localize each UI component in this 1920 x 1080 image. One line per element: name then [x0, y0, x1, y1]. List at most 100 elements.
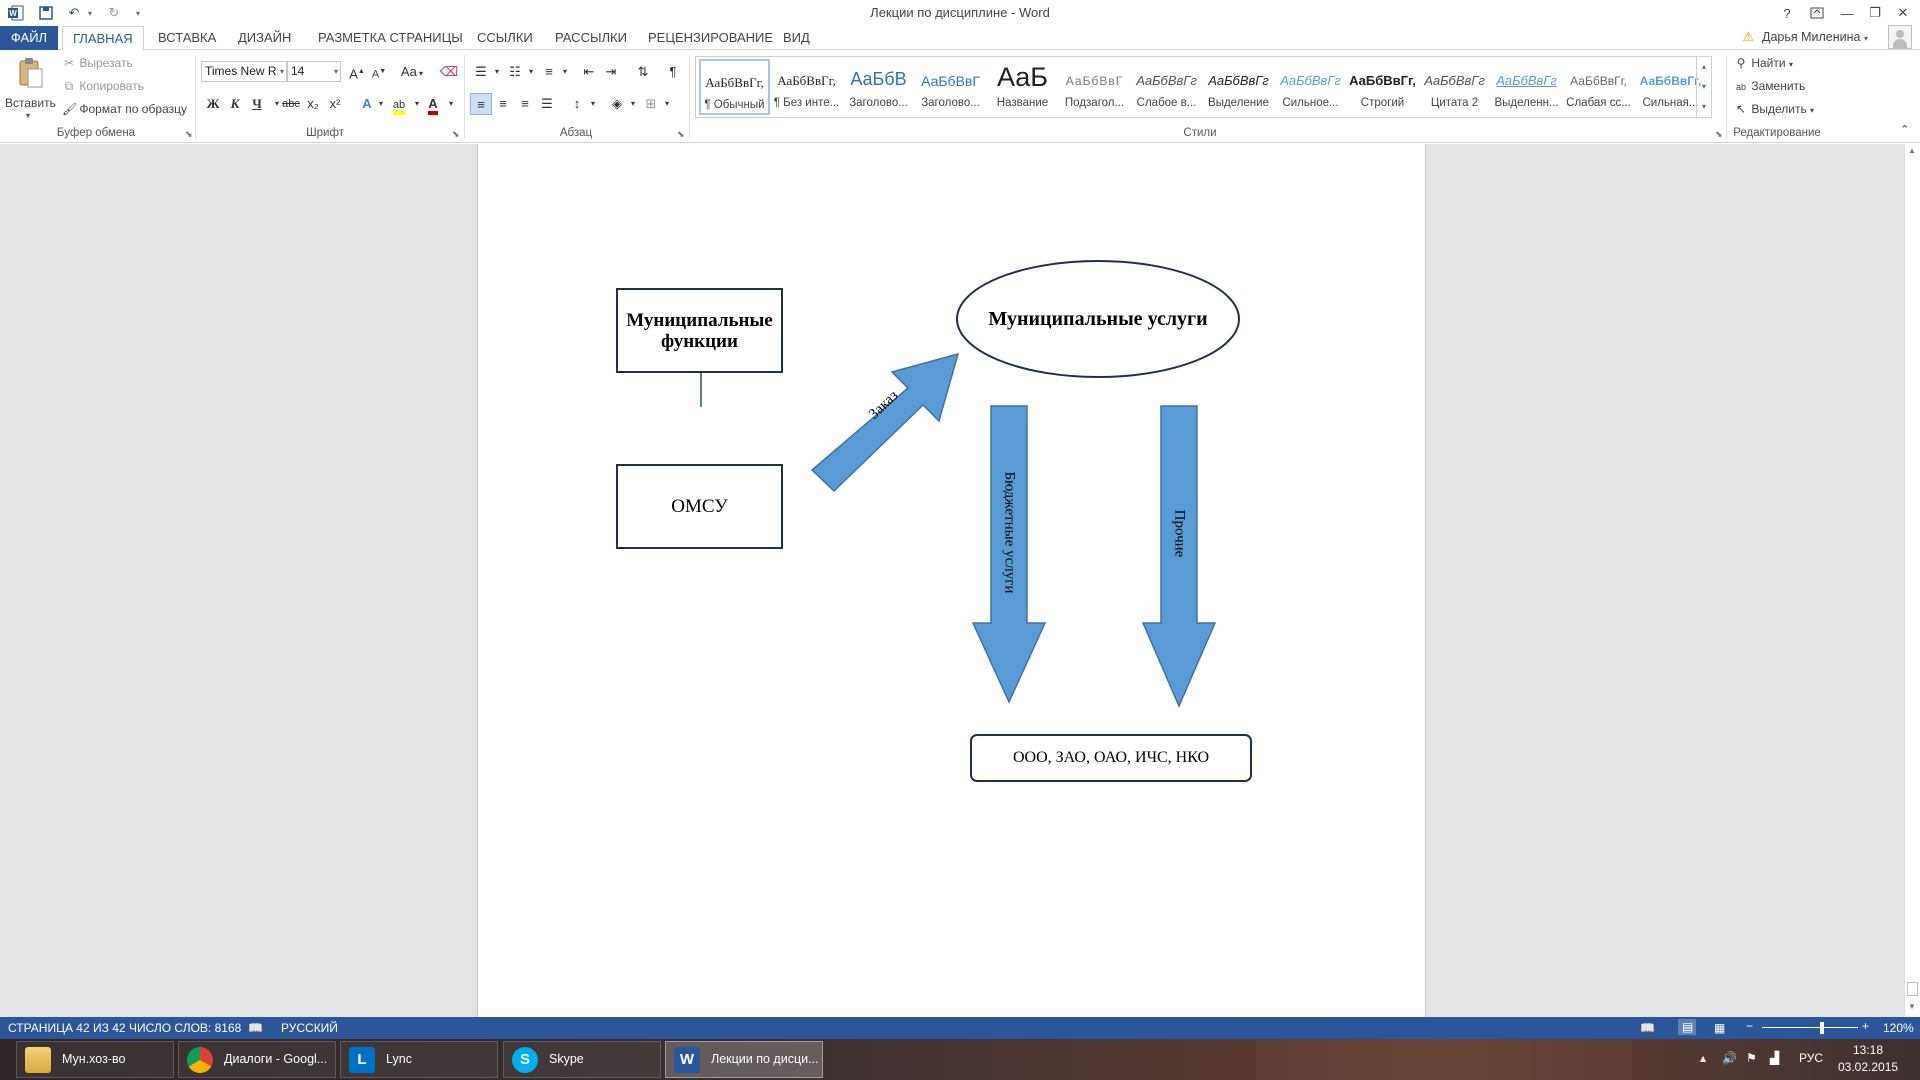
style-normal[interactable]: АаБбВвГг, ¶ Обычный	[699, 59, 770, 115]
web-layout-icon[interactable]: ▦	[1714, 1021, 1725, 1035]
format-painter-button[interactable]: 🖌 Формат по образцу	[62, 102, 187, 116]
tab-references[interactable]: ССЫЛКИ	[467, 26, 543, 50]
user-avatar[interactable]	[1888, 25, 1912, 49]
shrink-font-button[interactable]: A▼	[368, 61, 390, 83]
user-account[interactable]: Дарья Миленина ▾	[1762, 30, 1868, 44]
tab-file[interactable]: ФАЙЛ	[0, 26, 58, 50]
taskbar-item-skype[interactable]: S Skype	[503, 1041, 661, 1078]
style-title[interactable]: АаБ Название	[987, 59, 1058, 115]
borders-dropdown-icon[interactable]: ▾	[656, 93, 678, 115]
decrease-indent-icon[interactable]: ⇤	[578, 61, 600, 83]
font-color-dropdown-icon[interactable]: ▾	[440, 93, 462, 115]
zoom-slider-thumb[interactable]	[1820, 1022, 1825, 1034]
clear-formatting-icon[interactable]: ⌫	[438, 61, 460, 83]
minimize-button[interactable]: —	[1834, 2, 1860, 24]
style-heading-1[interactable]: АаБбВ Заголово...	[843, 59, 914, 115]
proofing-icon[interactable]: 📖	[248, 1021, 263, 1035]
gallery-up-icon[interactable]: ▴	[1696, 57, 1711, 77]
order-arrow[interactable]	[808, 344, 974, 494]
paste-button[interactable]: Вставить ▾	[5, 55, 56, 125]
change-case-button[interactable]: Aa ▾	[396, 61, 428, 83]
clock-date[interactable]: 03.02.2015	[1838, 1060, 1898, 1074]
strikethrough-button[interactable]: abc	[280, 93, 302, 115]
collapse-ribbon-icon[interactable]: ⌃	[1900, 123, 1909, 136]
style-strong[interactable]: АаБбВвГг, Строгий	[1347, 59, 1418, 115]
clock-time[interactable]: 13:18	[1840, 1043, 1896, 1057]
tab-page-layout[interactable]: РАЗМЕТКА СТРАНИЦЫ	[308, 26, 473, 50]
help-button[interactable]: ?	[1774, 2, 1800, 24]
scroll-down-icon[interactable]: ▼	[1908, 1002, 1916, 1011]
omsu-box[interactable]: ОМСУ	[616, 464, 783, 549]
justify-icon[interactable]: ☰	[536, 93, 558, 115]
font-launcher-icon[interactable]: ⬊	[452, 129, 460, 140]
underline-button[interactable]: Ч	[246, 93, 268, 115]
align-center-icon[interactable]: ≡	[492, 93, 514, 115]
zoom-out-icon[interactable]: −	[1746, 1019, 1753, 1033]
tab-insert[interactable]: ВСТАВКА	[148, 26, 226, 50]
sort-icon[interactable]: ⇅	[632, 61, 654, 83]
zoom-level[interactable]: 120%	[1883, 1021, 1914, 1035]
tab-mailings[interactable]: РАССЫЛКИ	[545, 26, 637, 50]
scroll-thumb[interactable]	[1907, 982, 1918, 996]
show-hidden-icons-icon[interactable]: ▴	[1700, 1051, 1706, 1065]
gallery-down-icon[interactable]: ▾	[1696, 77, 1711, 97]
style-no-spacing[interactable]: АаБбВвГг, ¶ Без инте...	[771, 59, 842, 115]
warning-icon[interactable]: ⚠	[1742, 29, 1754, 45]
line-spacing-dropdown-icon[interactable]: ▾	[582, 93, 604, 115]
tab-design[interactable]: ДИЗАЙН	[228, 26, 301, 50]
clipboard-launcher-icon[interactable]: ⬊	[185, 129, 193, 140]
replace-button[interactable]: ab Заменить	[1734, 79, 1805, 93]
read-mode-icon[interactable]: 📖	[1640, 1021, 1655, 1035]
style-subtle-reference[interactable]: АаБбВвГг, Слабая сс...	[1563, 59, 1634, 115]
vertical-scrollbar[interactable]: ▲ ▼	[1904, 144, 1920, 1017]
copy-button[interactable]: ⧉ Копировать	[62, 79, 144, 94]
functions-box[interactable]: Муниципальные функции	[616, 288, 783, 373]
action-center-icon[interactable]: ⚑	[1746, 1051, 1757, 1065]
print-layout-icon[interactable]: ▤	[1678, 1019, 1696, 1035]
organizations-box[interactable]: ООО, ЗАО, ОАО, ИЧС, НКО	[970, 734, 1252, 782]
grow-font-button[interactable]: A▲	[346, 61, 368, 83]
multilevel-dropdown-icon[interactable]: ▾	[554, 61, 576, 83]
volume-icon[interactable]: 🔊	[1722, 1051, 1737, 1065]
tab-home[interactable]: ГЛАВНАЯ	[62, 26, 144, 51]
taskbar-item-chrome[interactable]: Диалоги - Googl...	[178, 1041, 336, 1078]
taskbar-item-word[interactable]: W Лекции по дисци...	[665, 1041, 823, 1078]
styles-launcher-icon[interactable]: ⬊	[1715, 129, 1723, 140]
style-intense-quote[interactable]: АаБбВвГг Выделенн...	[1491, 59, 1562, 115]
restore-button[interactable]: ❐	[1862, 2, 1888, 24]
taskbar-item-explorer[interactable]: Мун.хоз-во	[16, 1041, 174, 1078]
ribbon-display-options-icon[interactable]	[1804, 2, 1830, 24]
style-intense-emphasis[interactable]: АаБбВвГг Сильное...	[1275, 59, 1346, 115]
word-count[interactable]: ЧИСЛО СЛОВ: 8168	[129, 1021, 241, 1035]
network-icon[interactable]: ▟	[1770, 1051, 1779, 1065]
zoom-in-icon[interactable]: +	[1862, 1019, 1869, 1033]
document-page[interactable]: Муниципальные функции ОМСУ Муниципальные…	[477, 144, 1426, 1017]
gallery-more-icon[interactable]: ▾	[1696, 97, 1711, 117]
bold-button[interactable]: Ж	[202, 93, 224, 115]
font-size-combo[interactable]: 14 ▾	[287, 61, 341, 82]
align-right-icon[interactable]: ≡	[514, 93, 536, 115]
style-emphasis[interactable]: АаБбВвГг Выделение	[1203, 59, 1274, 115]
input-language[interactable]: РУС	[1799, 1051, 1823, 1065]
style-quote-2[interactable]: АаБбВвГг Цитата 2	[1419, 59, 1490, 115]
italic-button[interactable]: К	[224, 93, 246, 115]
show-formatting-button[interactable]: ¶	[662, 61, 684, 83]
tab-view[interactable]: ВИД	[773, 26, 820, 50]
scroll-up-icon[interactable]: ▲	[1908, 146, 1916, 155]
zoom-slider-track[interactable]	[1762, 1027, 1858, 1028]
close-button[interactable]: ✕	[1890, 2, 1916, 24]
language-indicator[interactable]: РУССКИЙ	[281, 1021, 338, 1035]
page-count[interactable]: СТРАНИЦА 42 ИЗ 42	[8, 1021, 126, 1035]
subscript-button[interactable]: x₂	[302, 93, 324, 115]
align-left-icon[interactable]: ≡	[470, 93, 492, 115]
increase-indent-icon[interactable]: ⇥	[600, 61, 622, 83]
paragraph-launcher-icon[interactable]: ⬊	[677, 129, 685, 140]
style-heading-2[interactable]: АаБбВвГ Заголово...	[915, 59, 986, 115]
superscript-button[interactable]: x²	[324, 93, 346, 115]
style-subtle-emphasis[interactable]: АаБбВвГг Слабое в...	[1131, 59, 1202, 115]
cut-button[interactable]: ✂ Вырезать	[62, 56, 133, 70]
find-button[interactable]: ⚲ Найти ▾	[1734, 56, 1793, 70]
font-family-combo[interactable]: Times New R ▾	[201, 61, 287, 82]
taskbar-item-lync[interactable]: L Lync	[340, 1041, 498, 1078]
style-subtitle[interactable]: АаБбВвГ Подзагол...	[1059, 59, 1130, 115]
